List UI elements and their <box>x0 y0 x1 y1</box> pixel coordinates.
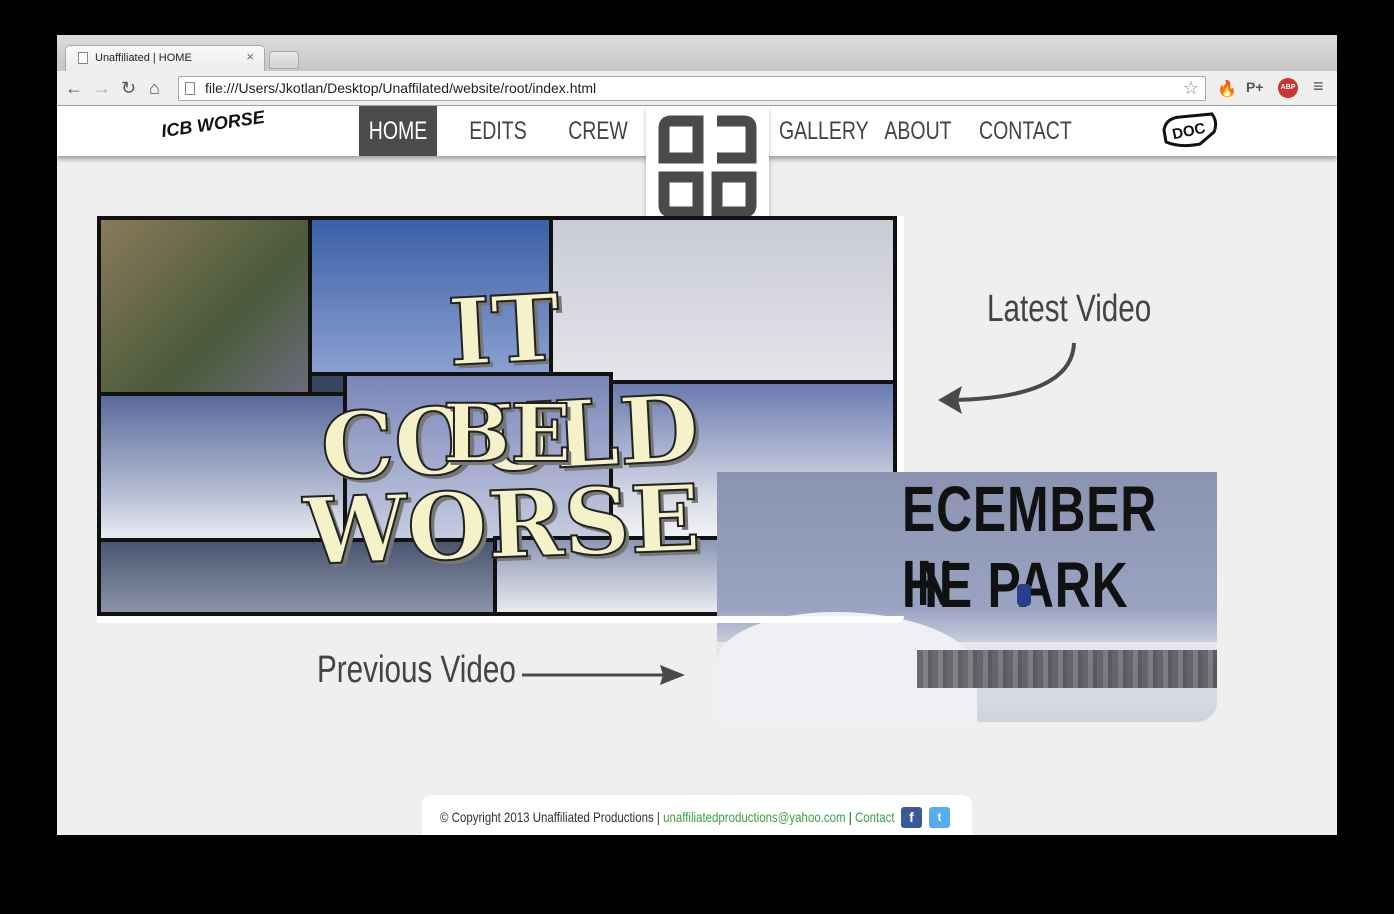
video-frame-edge <box>97 616 904 623</box>
page-icon <box>78 52 88 64</box>
skier-figure <box>1017 584 1031 606</box>
latest-video-label: Latest Video <box>987 288 1152 330</box>
address-bar[interactable]: file:///Users/Jkotlan/Desktop/Unaffilate… <box>178 76 1206 101</box>
pplus-extension-icon[interactable]: P+ <box>1246 79 1264 95</box>
facebook-icon[interactable]: f <box>901 807 922 828</box>
email-link[interactable]: unaffiliatedproductions@yahoo.com <box>663 809 845 825</box>
doc-logo[interactable]: DOC <box>1160 112 1218 148</box>
copyright-text: © Copyright 2013 Unaffiliated Production… <box>440 809 895 825</box>
copyright-label: © Copyright 2013 Unaffiliated Production… <box>440 809 654 825</box>
tree-line <box>917 650 1217 688</box>
reload-icon[interactable]: ↻ <box>121 78 136 98</box>
previous-video-thumbnail[interactable]: ECEMBER IN HE PARK <box>717 472 1217 722</box>
icb-worse-logo[interactable]: ICB WORSE <box>160 107 266 142</box>
nav-crew[interactable]: CREW <box>559 106 637 156</box>
straight-arrow-icon <box>522 665 685 685</box>
menu-icon[interactable]: ≡ <box>1313 76 1324 97</box>
twitter-icon[interactable]: t <box>929 807 950 828</box>
footer-separator: | <box>656 809 660 825</box>
latest-video-title-line2: BE <box>442 385 573 481</box>
web-page: ICB WORSE HOME EDITS CREW GALLERY ABOUT … <box>57 106 1337 835</box>
forward-icon[interactable]: → <box>93 78 111 98</box>
home-icon[interactable]: ⌂ <box>149 78 160 98</box>
flame-icon[interactable]: 🔥 <box>1217 79 1237 99</box>
nav-contact[interactable]: CONTACT <box>979 106 1072 156</box>
tab-strip: Unaffiliated | HOME × <box>57 35 1337 71</box>
url-text[interactable]: file:///Users/Jkotlan/Desktop/Unaffilate… <box>205 80 596 96</box>
nav-edits[interactable]: EDITS <box>459 106 537 156</box>
unaffiliated-logo[interactable] <box>646 106 769 227</box>
browser-tab[interactable]: Unaffiliated | HOME × <box>65 45 265 71</box>
curved-arrow-icon <box>938 342 1076 414</box>
browser-toolbar: ← → ↻ ⌂ file:///Users/Jkotlan/Desktop/Un… <box>57 71 1337 106</box>
nav-gallery[interactable]: GALLERY <box>779 106 869 156</box>
close-tab-icon[interactable]: × <box>246 49 254 64</box>
previous-video-label: Previous Video <box>317 649 516 691</box>
abp-icon[interactable]: ABP <box>1278 78 1298 98</box>
latest-video-title-line3: WORSE <box>301 463 703 587</box>
previous-video-title-line2: HE PARK <box>902 549 1129 621</box>
back-icon[interactable]: ← <box>65 78 83 98</box>
file-icon <box>185 82 195 95</box>
site-footer: © Copyright 2013 Unaffiliated Production… <box>422 795 972 835</box>
contact-link[interactable]: Contact <box>855 809 895 825</box>
tab-title: Unaffiliated | HOME <box>95 52 192 64</box>
new-tab-button[interactable] <box>269 51 299 69</box>
browser-window: Unaffiliated | HOME × ← → ↻ ⌂ file:///Us… <box>57 35 1337 835</box>
bookmark-star-icon[interactable]: ☆ <box>1183 78 1199 99</box>
nav-about[interactable]: ABOUT <box>879 106 957 156</box>
footer-separator: | <box>848 809 852 825</box>
nav-home[interactable]: HOME <box>359 106 437 156</box>
